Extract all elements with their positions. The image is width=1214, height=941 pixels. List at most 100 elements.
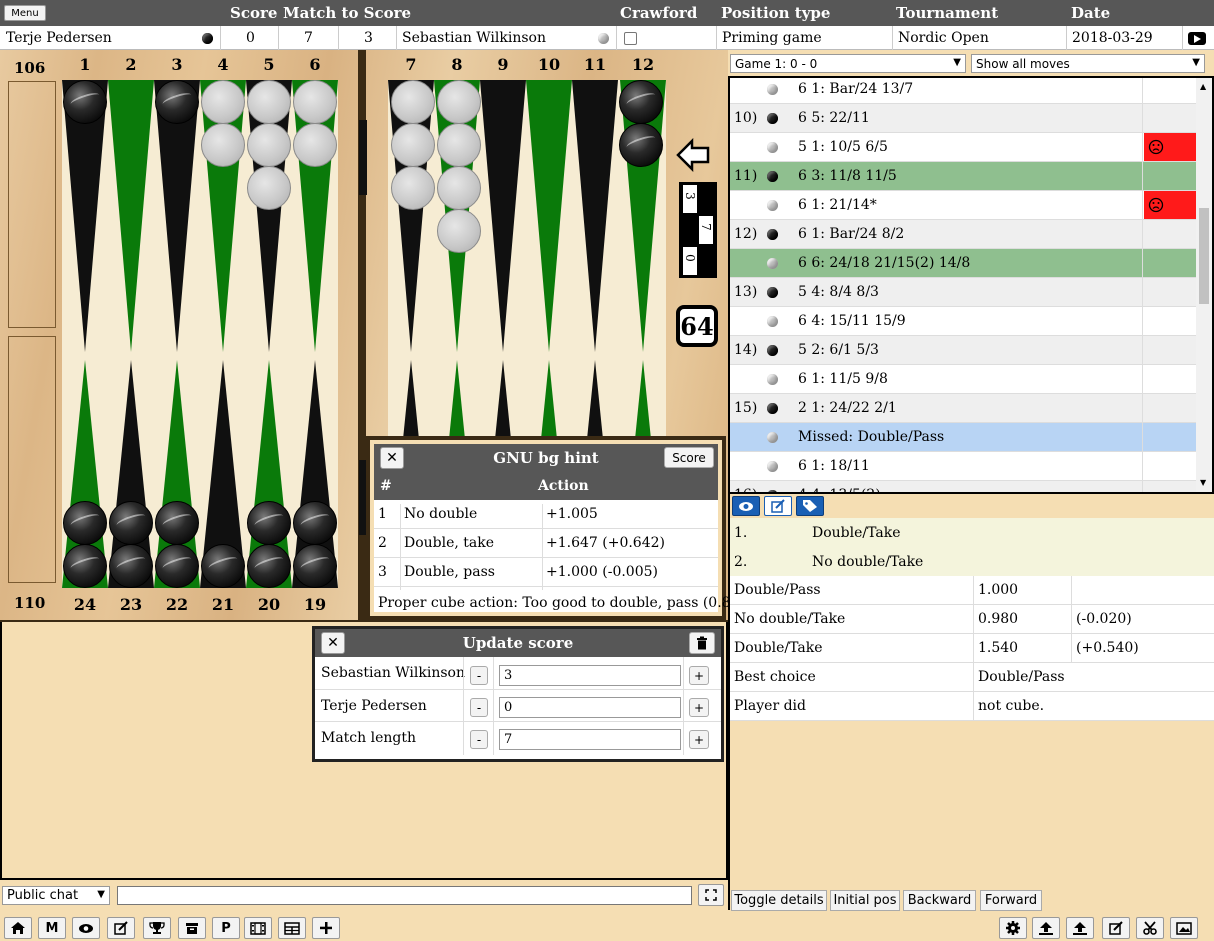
dark-checker[interactable] xyxy=(63,80,107,124)
hint-row[interactable]: 3 Double, pass +1.000 (-0.005) xyxy=(374,558,718,587)
toggle-details-button[interactable]: Toggle details xyxy=(731,890,827,911)
scroll-up-icon[interactable]: ▲ xyxy=(1200,82,1206,91)
dark-checker[interactable] xyxy=(619,123,663,167)
forward-button[interactable]: Forward xyxy=(980,890,1042,911)
player2-minus-button[interactable]: - xyxy=(470,666,488,685)
dark-checker[interactable] xyxy=(619,80,663,124)
light-checker[interactable] xyxy=(391,166,435,210)
light-checker[interactable] xyxy=(201,80,245,124)
player1-score-input[interactable]: 0 xyxy=(499,697,681,718)
game-select[interactable]: Game 1: 0 - 0 ▼ xyxy=(730,54,966,73)
dark-checker[interactable] xyxy=(155,80,199,124)
scroll-down-icon[interactable]: ▼ xyxy=(1200,478,1206,487)
match-length-minus-button[interactable]: - xyxy=(470,730,488,749)
gear-icon[interactable] xyxy=(999,917,1027,939)
dark-checker[interactable] xyxy=(155,501,199,545)
eye-icon-toolbar[interactable] xyxy=(72,917,100,939)
move-list[interactable]: 6 1: Bar/24 13/7 10) 6 5: 22/11 5 1: 10/5 6… xyxy=(728,76,1214,494)
doubling-cube[interactable]: 64 xyxy=(676,305,718,347)
player2-score-input[interactable]: 3 xyxy=(499,665,681,686)
chat-input[interactable] xyxy=(117,886,692,905)
light-checker[interactable] xyxy=(391,80,435,124)
move-row[interactable]: 6 6: 24/18 21/15(2) 14/8 xyxy=(730,249,1198,278)
light-checker[interactable] xyxy=(437,166,481,210)
trophy-icon[interactable] xyxy=(143,917,171,939)
hint-row[interactable]: 2 Double, take +1.647 (+0.642) xyxy=(374,529,718,558)
move-row[interactable]: Missed: Double/Pass xyxy=(730,423,1198,452)
edit-icon-right[interactable] xyxy=(1102,917,1130,939)
m-button[interactable]: M xyxy=(38,917,66,939)
initial-pos-button[interactable]: Initial pos xyxy=(830,890,900,911)
plus-icon[interactable] xyxy=(312,917,340,939)
film-icon[interactable] xyxy=(244,917,272,939)
dark-checker[interactable] xyxy=(109,501,153,545)
player1-plus-button[interactable]: + xyxy=(689,698,709,717)
light-checker[interactable] xyxy=(201,123,245,167)
scissors-icon[interactable] xyxy=(1136,917,1164,939)
tags-icon[interactable] xyxy=(796,496,824,516)
hint-score-button[interactable]: Score xyxy=(664,447,714,468)
move-text: 6 1: 21/14* xyxy=(798,197,877,213)
dark-checker[interactable] xyxy=(63,501,107,545)
chat-channel-select[interactable]: Public chat ▼ xyxy=(2,886,110,905)
move-filter-select[interactable]: Show all moves ▼ xyxy=(971,54,1205,73)
player1-minus-button[interactable]: - xyxy=(470,698,488,717)
crawford-checkbox[interactable] xyxy=(624,31,637,45)
move-list-scrollbar[interactable]: ▲ ▼ xyxy=(1196,78,1212,492)
light-checker[interactable] xyxy=(437,123,481,167)
light-checker[interactable] xyxy=(293,123,337,167)
match-length-plus-button[interactable]: + xyxy=(689,730,709,749)
move-row[interactable]: 5 1: 10/5 6/5 xyxy=(730,133,1198,162)
dark-checker[interactable] xyxy=(293,544,337,588)
trash-icon[interactable] xyxy=(689,632,715,654)
dark-checker[interactable] xyxy=(201,544,245,588)
update-score-close-button[interactable]: ✕ xyxy=(321,632,345,654)
move-row[interactable]: 6 1: Bar/24 13/7 xyxy=(730,78,1198,104)
dark-checker[interactable] xyxy=(247,544,291,588)
dark-checker[interactable] xyxy=(247,501,291,545)
move-row[interactable]: 12) 6 1: Bar/24 8/2 xyxy=(730,220,1198,249)
choice-row[interactable]: 1. Double/Take xyxy=(730,518,1214,547)
hint-close-button[interactable]: ✕ xyxy=(380,447,404,469)
light-checker[interactable] xyxy=(437,209,481,253)
upload-icon[interactable] xyxy=(1032,917,1060,939)
upload-alt-icon[interactable] xyxy=(1066,917,1094,939)
video-icon[interactable] xyxy=(1188,26,1206,50)
home-icon[interactable] xyxy=(4,917,32,939)
move-row[interactable]: 11) 6 3: 11/8 11/5 xyxy=(730,162,1198,191)
light-checker[interactable] xyxy=(391,123,435,167)
scroll-thumb[interactable] xyxy=(1199,208,1209,304)
table-icon[interactable] xyxy=(278,917,306,939)
move-row[interactable]: 6 1: 18/11 xyxy=(730,452,1198,481)
archive-icon[interactable] xyxy=(178,917,206,939)
menu-button[interactable]: Menu xyxy=(4,5,46,21)
move-row[interactable]: 15) 2 1: 24/22 2/1 xyxy=(730,394,1198,423)
light-checker[interactable] xyxy=(247,166,291,210)
dark-checker[interactable] xyxy=(63,544,107,588)
move-row[interactable]: 14) 5 2: 6/1 5/3 xyxy=(730,336,1198,365)
dark-checker[interactable] xyxy=(155,544,199,588)
move-row[interactable]: 6 4: 15/11 15/9 xyxy=(730,307,1198,336)
move-row[interactable]: 6 1: 21/14* xyxy=(730,191,1198,220)
fullscreen-icon[interactable] xyxy=(698,884,724,906)
image-icon[interactable] xyxy=(1170,917,1198,939)
dark-checker[interactable] xyxy=(293,501,337,545)
move-row[interactable]: 13) 5 4: 8/4 8/3 xyxy=(730,278,1198,307)
edit-icon[interactable] xyxy=(764,496,792,516)
light-checker[interactable] xyxy=(437,80,481,124)
hint-row[interactable]: 1 No double +1.005 xyxy=(374,500,718,529)
light-checker[interactable] xyxy=(247,123,291,167)
move-row[interactable]: 6 1: 11/5 9/8 xyxy=(730,365,1198,394)
eye-icon[interactable] xyxy=(732,496,760,516)
light-checker[interactable] xyxy=(293,80,337,124)
backward-button[interactable]: Backward xyxy=(903,890,976,911)
move-row[interactable]: 16) 4 4: 13/5(2) xyxy=(730,481,1198,492)
choice-row[interactable]: 2. No double/Take xyxy=(730,547,1214,576)
p-button[interactable]: P xyxy=(212,917,240,939)
light-checker[interactable] xyxy=(247,80,291,124)
move-row[interactable]: 10) 6 5: 22/11 xyxy=(730,104,1198,133)
dark-checker[interactable] xyxy=(109,544,153,588)
player2-plus-button[interactable]: + xyxy=(689,666,709,685)
edit-icon-toolbar[interactable] xyxy=(107,917,135,939)
match-length-input[interactable]: 7 xyxy=(499,729,681,750)
